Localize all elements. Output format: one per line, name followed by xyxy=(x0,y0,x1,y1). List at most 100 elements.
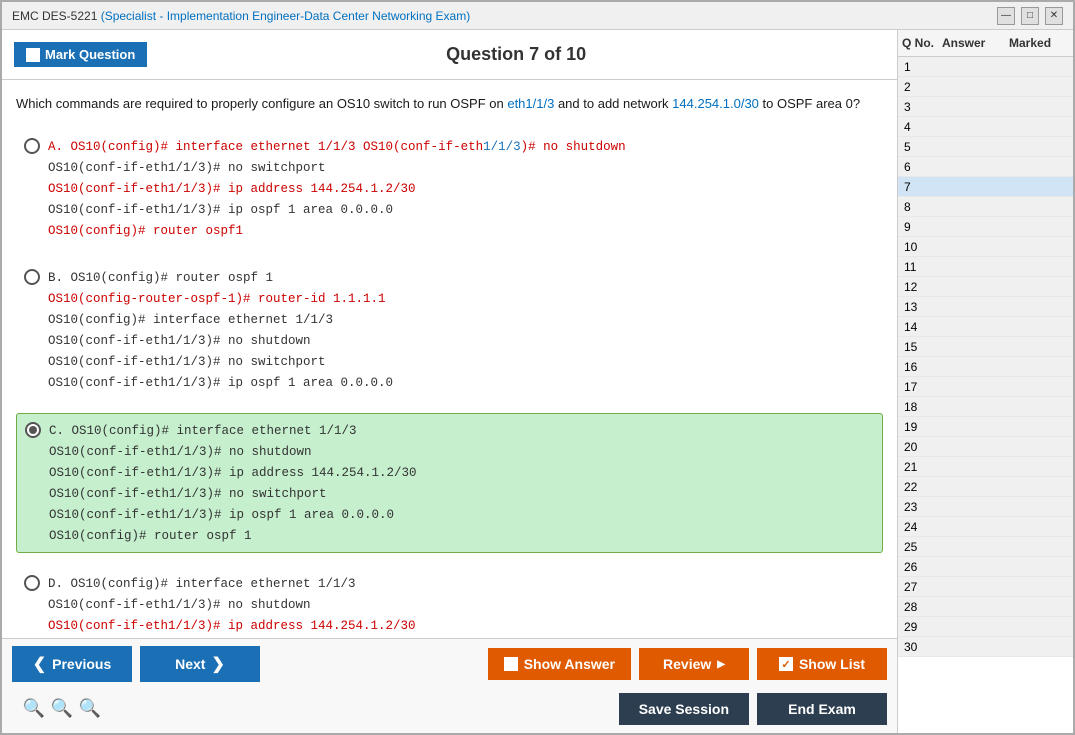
sidebar-row[interactable]: 29 xyxy=(898,617,1073,637)
sidebar-row[interactable]: 11 xyxy=(898,257,1073,277)
mark-question-button[interactable]: Mark Question xyxy=(14,42,147,67)
sidebar-answer xyxy=(942,619,1009,634)
sidebar-qno: 11 xyxy=(902,259,942,274)
question-body: Which commands are required to properly … xyxy=(2,80,897,638)
sidebar-row[interactable]: 6 xyxy=(898,157,1073,177)
option-c-content: C. OS10(config)# interface ethernet 1/1/… xyxy=(49,420,417,546)
zoom-out-button[interactable]: 🔍 xyxy=(78,696,102,720)
sidebar-row[interactable]: 30 xyxy=(898,637,1073,657)
save-session-button[interactable]: Save Session xyxy=(619,693,749,725)
sidebar-marked xyxy=(1009,159,1069,174)
review-button[interactable]: Review ▶ xyxy=(639,648,749,680)
sidebar-scroll[interactable]: 1234567891011121314151617181920212223242… xyxy=(898,57,1073,733)
option-d[interactable]: D. OS10(config)# interface ethernet 1/1/… xyxy=(16,567,883,639)
zoom-normal-button[interactable]: 🔍 xyxy=(50,696,74,720)
sidebar-row[interactable]: 26 xyxy=(898,557,1073,577)
sidebar-answer xyxy=(942,279,1009,294)
sidebar-answer xyxy=(942,399,1009,414)
sidebar-answer xyxy=(942,259,1009,274)
sidebar-row[interactable]: 21 xyxy=(898,457,1073,477)
sidebar-answer xyxy=(942,479,1009,494)
previous-button[interactable]: ❮ Previous xyxy=(12,646,132,682)
close-button[interactable]: ✕ xyxy=(1045,7,1063,25)
sidebar-row[interactable]: 8 xyxy=(898,197,1073,217)
sidebar-row[interactable]: 5 xyxy=(898,137,1073,157)
sidebar-answer xyxy=(942,199,1009,214)
sidebar-answer xyxy=(942,179,1009,194)
show-answer-icon xyxy=(504,657,518,671)
option-c-line1: C. OS10(config)# interface ethernet 1/1/… xyxy=(49,424,357,438)
sidebar-row[interactable]: 17 xyxy=(898,377,1073,397)
sidebar-marked xyxy=(1009,619,1069,634)
sidebar-marked xyxy=(1009,279,1069,294)
maximize-button[interactable]: □ xyxy=(1021,7,1039,25)
sidebar-marked xyxy=(1009,439,1069,454)
next-button[interactable]: Next ❯ xyxy=(140,646,260,682)
sidebar-row[interactable]: 13 xyxy=(898,297,1073,317)
sidebar-row[interactable]: 1 xyxy=(898,57,1073,77)
sidebar-marked xyxy=(1009,259,1069,274)
sidebar-row[interactable]: 2 xyxy=(898,77,1073,97)
option-b[interactable]: B. OS10(config)# router ospf 1 OS10(conf… xyxy=(16,261,883,399)
sidebar-qno: 17 xyxy=(902,379,942,394)
option-c-line6: OS10(config)# router ospf 1 xyxy=(49,529,252,543)
sidebar-answer xyxy=(942,59,1009,74)
previous-label: Previous xyxy=(52,656,111,672)
sidebar-row[interactable]: 16 xyxy=(898,357,1073,377)
window-title: EMC DES-5221 (Specialist - Implementatio… xyxy=(12,9,470,23)
sidebar-qno: 22 xyxy=(902,479,942,494)
option-d-content: D. OS10(config)# interface ethernet 1/1/… xyxy=(48,573,416,639)
sidebar-row[interactable]: 22 xyxy=(898,477,1073,497)
sidebar-row[interactable]: 7 xyxy=(898,177,1073,197)
sidebar-answer xyxy=(942,119,1009,134)
sidebar-answer xyxy=(942,139,1009,154)
sidebar-qno: 4 xyxy=(902,119,942,134)
sidebar-marked xyxy=(1009,299,1069,314)
sidebar-marked xyxy=(1009,339,1069,354)
sidebar-row[interactable]: 23 xyxy=(898,497,1073,517)
sidebar-row[interactable]: 28 xyxy=(898,597,1073,617)
sidebar-row[interactable]: 4 xyxy=(898,117,1073,137)
sidebar-qno: 28 xyxy=(902,599,942,614)
sidebar-row[interactable]: 19 xyxy=(898,417,1073,437)
sidebar-marked xyxy=(1009,99,1069,114)
sidebar-answer xyxy=(942,219,1009,234)
option-a[interactable]: A. OS10(config)# interface ethernet 1/1/… xyxy=(16,130,883,247)
radio-b[interactable] xyxy=(24,269,40,285)
option-a-line3: OS10(conf-if-eth1/1/3)# ip address 144.2… xyxy=(48,182,416,196)
sidebar-qno: 30 xyxy=(902,639,942,654)
sidebar-qno: 5 xyxy=(902,139,942,154)
sidebar-row[interactable]: 9 xyxy=(898,217,1073,237)
radio-d[interactable] xyxy=(24,575,40,591)
zoom-in-button[interactable]: 🔍 xyxy=(22,696,46,720)
end-exam-button[interactable]: End Exam xyxy=(757,693,887,725)
title-bar: EMC DES-5221 (Specialist - Implementatio… xyxy=(2,2,1073,30)
show-list-check-icon: ✓ xyxy=(779,657,793,671)
sidebar-qno: 23 xyxy=(902,499,942,514)
sidebar-qno: 20 xyxy=(902,439,942,454)
sidebar-row[interactable]: 24 xyxy=(898,517,1073,537)
sidebar-row[interactable]: 14 xyxy=(898,317,1073,337)
sidebar-answer xyxy=(942,379,1009,394)
sidebar-marked xyxy=(1009,239,1069,254)
radio-a[interactable] xyxy=(24,138,40,154)
option-c[interactable]: C. OS10(config)# interface ethernet 1/1/… xyxy=(16,413,883,553)
sidebar-marked xyxy=(1009,119,1069,134)
sidebar-answer xyxy=(942,79,1009,94)
minimize-button[interactable]: — xyxy=(997,7,1015,25)
sidebar-row[interactable]: 20 xyxy=(898,437,1073,457)
sidebar-row[interactable]: 3 xyxy=(898,97,1073,117)
sidebar-row[interactable]: 10 xyxy=(898,237,1073,257)
sidebar-row[interactable]: 18 xyxy=(898,397,1073,417)
sidebar-row[interactable]: 27 xyxy=(898,577,1073,597)
sidebar-answer xyxy=(942,419,1009,434)
sidebar-qno: 10 xyxy=(902,239,942,254)
radio-c[interactable] xyxy=(25,422,41,438)
sidebar-answer xyxy=(942,599,1009,614)
footer-row2: 🔍 🔍 🔍 Save Session End Exam xyxy=(2,689,897,733)
show-list-button[interactable]: ✓ Show List xyxy=(757,648,887,680)
show-answer-button[interactable]: Show Answer xyxy=(488,648,631,680)
sidebar-row[interactable]: 12 xyxy=(898,277,1073,297)
sidebar-row[interactable]: 25 xyxy=(898,537,1073,557)
sidebar-row[interactable]: 15 xyxy=(898,337,1073,357)
